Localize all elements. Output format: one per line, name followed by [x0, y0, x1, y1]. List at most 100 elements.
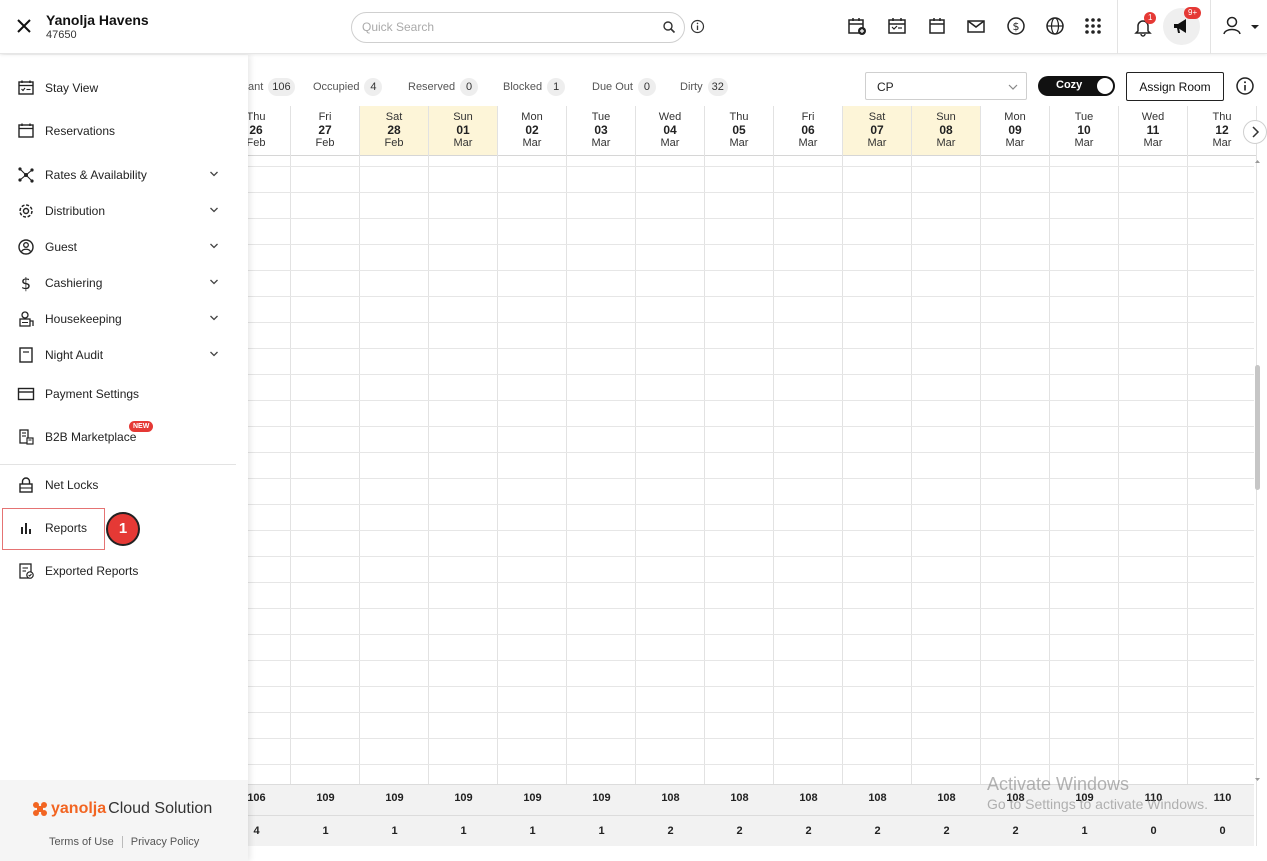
date-header[interactable]: Sat 07 Mar	[843, 106, 911, 156]
document-icon	[19, 347, 33, 363]
legend-reserved: Reserved 0	[408, 78, 479, 96]
sidebar-item-net-locks[interactable]: Net Locks	[0, 469, 240, 501]
date-header[interactable]: Fri 27 Feb	[291, 106, 359, 156]
date-header[interactable]: Mon 02 Mar	[498, 106, 566, 156]
grid-row-line	[222, 374, 1254, 375]
sidebar-item-rates-availability[interactable]: Rates & Availability	[0, 159, 240, 191]
calendar-checklist-icon[interactable]	[886, 15, 908, 37]
header-divider	[1210, 0, 1211, 54]
grid-row-line	[222, 556, 1254, 557]
grid-row-line	[222, 504, 1254, 505]
sidebar-item-b2b-marketplace[interactable]: B2B Marketplace NEW	[0, 421, 240, 453]
hotel-id: 47650	[46, 29, 77, 41]
svg-text:$: $	[21, 274, 31, 292]
date-header[interactable]: Thu 05 Mar	[705, 106, 773, 156]
month-label: Mar	[660, 137, 680, 149]
announcement-badge: 9+	[1184, 7, 1202, 19]
occupied-count: 0	[1219, 825, 1226, 837]
month-label: Mar	[867, 137, 887, 149]
sidebar-menu: Stay View Reservations Rates & Availabil…	[0, 55, 248, 861]
sidebar-item-payment-settings[interactable]: Payment Settings	[0, 378, 240, 410]
quick-search[interactable]	[351, 12, 685, 43]
date-header[interactable]: Tue 03 Mar	[567, 106, 635, 156]
month-label: Mar	[453, 137, 473, 149]
mail-icon[interactable]	[965, 15, 987, 37]
month-label: Mar	[936, 137, 956, 149]
sidebar-item-reservations[interactable]: Reservations	[0, 115, 240, 147]
info-icon[interactable]	[1235, 76, 1255, 96]
scrollbar-thumb[interactable]	[1255, 365, 1260, 490]
sidebar-item-label: Payment Settings	[45, 387, 140, 401]
grid-row-line	[222, 634, 1254, 635]
info-icon[interactable]	[690, 19, 705, 34]
day-number: 05	[732, 123, 746, 137]
date-column: Mon 09 Mar	[981, 106, 1050, 846]
grid-row-line	[222, 764, 1254, 765]
chevron-down-icon	[210, 243, 218, 249]
apps-grid-icon[interactable]	[1082, 15, 1104, 37]
network-icon	[18, 167, 34, 183]
available-count: 108	[868, 792, 887, 804]
date-column: Tue 03 Mar	[567, 106, 636, 846]
globe-icon[interactable]	[1044, 15, 1066, 37]
search-input[interactable]	[362, 20, 652, 34]
sidebar-item-distribution[interactable]: Distribution	[0, 195, 240, 227]
occupied-count: 1	[1081, 825, 1088, 837]
cozy-view-toggle[interactable]: Cozy	[1038, 76, 1115, 96]
date-header[interactable]: Fri 06 Mar	[774, 106, 842, 156]
month-label: Mar	[798, 137, 818, 149]
yanolja-logo-icon	[33, 802, 47, 816]
available-count: 109	[592, 792, 611, 804]
available-count: 109	[454, 792, 473, 804]
chevron-down-icon	[210, 279, 218, 285]
sidebar-item-exported-reports[interactable]: Exported Reports	[0, 555, 240, 587]
calendar-icon	[18, 123, 34, 138]
sidebar-item-housekeeping[interactable]: Housekeeping	[0, 303, 240, 335]
sidebar-footer: yanolja Cloud Solution Terms of Use Priva…	[0, 780, 248, 861]
add-reservation-icon[interactable]	[846, 15, 868, 37]
grid-row-line	[222, 244, 1254, 245]
user-icon[interactable]	[1221, 14, 1243, 36]
caret-down-icon[interactable]	[1250, 23, 1260, 31]
calendar-icon[interactable]	[926, 15, 948, 37]
date-header[interactable]: Sat 28 Feb	[360, 106, 428, 156]
date-header[interactable]: Mon 09 Mar	[981, 106, 1049, 156]
grid-row-line	[222, 322, 1254, 323]
available-count: 109	[523, 792, 542, 804]
currency-icon[interactable]: $	[1005, 15, 1027, 37]
sidebar-item-guest[interactable]: Guest	[0, 231, 240, 263]
close-icon[interactable]	[12, 14, 36, 38]
date-header[interactable]: Wed 04 Mar	[636, 106, 704, 156]
guest-icon	[18, 239, 34, 255]
date-header[interactable]: Sun 08 Mar	[912, 106, 980, 156]
sidebar-item-cashiering[interactable]: $ Cashiering	[0, 267, 240, 299]
date-header[interactable]: Tue 10 Mar	[1050, 106, 1118, 156]
grid-row-line	[222, 530, 1254, 531]
date-header[interactable]: Sun 01 Mar	[429, 106, 497, 156]
month-label: Mar	[1005, 137, 1025, 149]
day-number: 02	[525, 123, 539, 137]
sidebar-item-night-audit[interactable]: Night Audit	[0, 339, 240, 371]
date-column: Tue 10 Mar	[1050, 106, 1119, 846]
search-icon[interactable]	[662, 20, 676, 34]
dollar-icon: $	[21, 274, 31, 292]
assign-room-button[interactable]: Assign Room	[1126, 72, 1224, 101]
date-column: Fri 06 Mar	[774, 106, 843, 846]
rate-plan-select[interactable]: CP	[865, 72, 1027, 100]
day-number: 04	[663, 123, 677, 137]
grid-row-line	[222, 426, 1254, 427]
legend-occupied: Occupied 4	[313, 78, 383, 96]
occupied-count: 2	[943, 825, 950, 837]
day-number: 08	[939, 123, 953, 137]
date-header[interactable]: Wed 11 Mar	[1119, 106, 1187, 156]
terms-link[interactable]: Terms of Use	[49, 836, 114, 848]
legend-due-out: Due Out 0	[592, 78, 656, 96]
grid-row-line	[222, 166, 1254, 167]
privacy-link[interactable]: Privacy Policy	[131, 836, 199, 848]
card-icon	[17, 387, 35, 401]
sidebar-item-label: Rates & Availability	[45, 168, 147, 182]
day-number: 07	[870, 123, 884, 137]
sidebar-item-stay-view[interactable]: Stay View	[0, 72, 240, 104]
watermark-subtitle: Go to Settings to activate Windows.	[987, 796, 1208, 812]
next-dates-button[interactable]	[1243, 120, 1267, 144]
